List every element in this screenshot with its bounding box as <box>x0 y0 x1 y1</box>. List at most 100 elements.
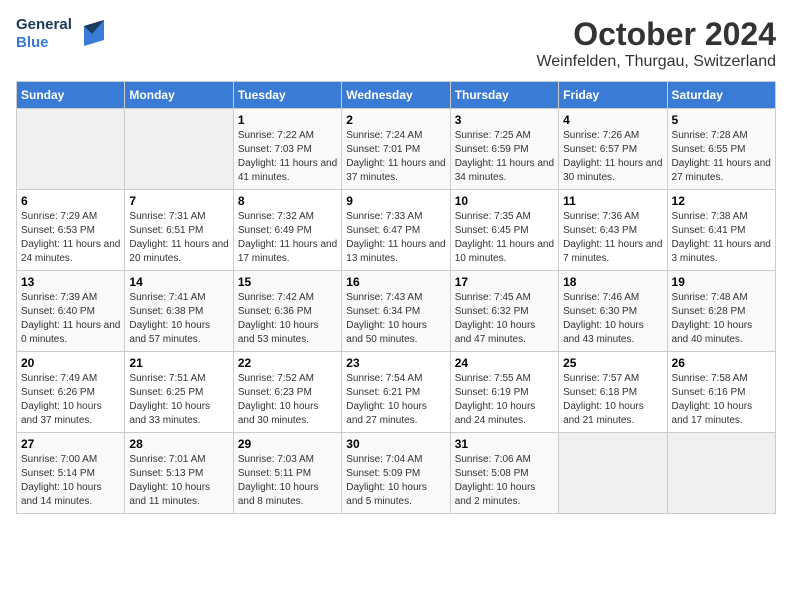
day-detail: Sunrise: 7:00 AM Sunset: 5:14 PM Dayligh… <box>21 453 120 509</box>
day-number: 30 <box>346 437 445 451</box>
day-cell: 14 Sunrise: 7:41 AM Sunset: 6:38 PM Dayli… <box>125 271 233 352</box>
day-number: 21 <box>129 356 228 370</box>
calendar-body: 1 Sunrise: 7:22 AM Sunset: 7:03 PM Daylig… <box>17 109 776 514</box>
weekday-sunday: Sunday <box>17 82 125 109</box>
day-detail: Sunrise: 7:25 AM Sunset: 6:59 PM Dayligh… <box>455 129 554 185</box>
day-cell: 20 Sunrise: 7:49 AM Sunset: 6:26 PM Dayli… <box>17 352 125 433</box>
day-cell: 5Sunrise: 7:28 AM Sunset: 6:55 PM Daylig… <box>667 109 775 190</box>
day-detail: Sunrise: 7:29 AM Sunset: 6:53 PM Dayligh… <box>21 210 120 266</box>
day-cell: 31Sunrise: 7:06 AM Sunset: 5:08 PM Dayli… <box>450 433 558 514</box>
day-cell: 15 Sunrise: 7:42 AM Sunset: 6:36 PM Dayli… <box>233 271 341 352</box>
day-cell: 4 Sunrise: 7:26 AM Sunset: 6:57 PM Daylig… <box>559 109 667 190</box>
day-number: 23 <box>346 356 445 370</box>
day-detail: Sunrise: 7:33 AM Sunset: 6:47 PM Dayligh… <box>346 210 445 266</box>
day-detail: Sunrise: 7:55 AM Sunset: 6:19 PM Dayligh… <box>455 372 554 428</box>
location: Weinfelden, Thurgau, Switzerland <box>536 53 776 71</box>
weekday-friday: Friday <box>559 82 667 109</box>
day-cell: 27 Sunrise: 7:00 AM Sunset: 5:14 PM Dayli… <box>17 433 125 514</box>
day-cell: 18 Sunrise: 7:46 AM Sunset: 6:30 PM Dayli… <box>559 271 667 352</box>
weekday-tuesday: Tuesday <box>233 82 341 109</box>
day-cell: 16Sunrise: 7:43 AM Sunset: 6:34 PM Dayli… <box>342 271 450 352</box>
day-cell <box>125 109 233 190</box>
day-number: 24 <box>455 356 554 370</box>
day-cell: 25Sunrise: 7:57 AM Sunset: 6:18 PM Dayli… <box>559 352 667 433</box>
day-number: 18 <box>563 275 662 289</box>
day-number: 28 <box>129 437 228 451</box>
day-cell: 24 Sunrise: 7:55 AM Sunset: 6:19 PM Dayli… <box>450 352 558 433</box>
day-number: 17 <box>455 275 554 289</box>
day-cell: 29 Sunrise: 7:03 AM Sunset: 5:11 PM Dayli… <box>233 433 341 514</box>
day-number: 29 <box>238 437 337 451</box>
day-detail: Sunrise: 7:51 AM Sunset: 6:25 PM Dayligh… <box>129 372 228 428</box>
day-cell: 13Sunrise: 7:39 AM Sunset: 6:40 PM Dayli… <box>17 271 125 352</box>
week-row-1: 1 Sunrise: 7:22 AM Sunset: 7:03 PM Daylig… <box>17 109 776 190</box>
day-number: 27 <box>21 437 120 451</box>
weekday-thursday: Thursday <box>450 82 558 109</box>
logo-blue: Blue <box>16 34 72 52</box>
day-cell: 11 Sunrise: 7:36 AM Sunset: 6:43 PM Dayli… <box>559 190 667 271</box>
week-row-2: 6 Sunrise: 7:29 AM Sunset: 6:53 PM Daylig… <box>17 190 776 271</box>
day-cell <box>667 433 775 514</box>
day-detail: Sunrise: 7:38 AM Sunset: 6:41 PM Dayligh… <box>672 210 771 266</box>
day-detail: Sunrise: 7:06 AM Sunset: 5:08 PM Dayligh… <box>455 453 554 509</box>
day-detail: Sunrise: 7:04 AM Sunset: 5:09 PM Dayligh… <box>346 453 445 509</box>
day-cell: 23Sunrise: 7:54 AM Sunset: 6:21 PM Dayli… <box>342 352 450 433</box>
weekday-monday: Monday <box>125 82 233 109</box>
day-number: 22 <box>238 356 337 370</box>
day-number: 3 <box>455 113 554 127</box>
day-number: 14 <box>129 275 228 289</box>
weekday-wednesday: Wednesday <box>342 82 450 109</box>
calendar-table: SundayMondayTuesdayWednesdayThursdayFrid… <box>16 81 776 514</box>
week-row-4: 20 Sunrise: 7:49 AM Sunset: 6:26 PM Dayli… <box>17 352 776 433</box>
day-cell: 26 Sunrise: 7:58 AM Sunset: 6:16 PM Dayli… <box>667 352 775 433</box>
day-cell: 22 Sunrise: 7:52 AM Sunset: 6:23 PM Dayli… <box>233 352 341 433</box>
day-number: 15 <box>238 275 337 289</box>
weekday-header-row: SundayMondayTuesdayWednesdayThursdayFrid… <box>17 82 776 109</box>
day-detail: Sunrise: 7:01 AM Sunset: 5:13 PM Dayligh… <box>129 453 228 509</box>
day-cell: 12Sunrise: 7:38 AM Sunset: 6:41 PM Dayli… <box>667 190 775 271</box>
day-number: 25 <box>563 356 662 370</box>
day-number: 2 <box>346 113 445 127</box>
day-detail: Sunrise: 7:41 AM Sunset: 6:38 PM Dayligh… <box>129 291 228 347</box>
day-detail: Sunrise: 7:58 AM Sunset: 6:16 PM Dayligh… <box>672 372 771 428</box>
day-cell: 7 Sunrise: 7:31 AM Sunset: 6:51 PM Daylig… <box>125 190 233 271</box>
day-number: 26 <box>672 356 771 370</box>
day-detail: Sunrise: 7:49 AM Sunset: 6:26 PM Dayligh… <box>21 372 120 428</box>
day-cell: 10Sunrise: 7:35 AM Sunset: 6:45 PM Dayli… <box>450 190 558 271</box>
day-detail: Sunrise: 7:32 AM Sunset: 6:49 PM Dayligh… <box>238 210 337 266</box>
title-area: October 2024 Weinfelden, Thurgau, Switze… <box>536 16 776 71</box>
day-number: 1 <box>238 113 337 127</box>
day-detail: Sunrise: 7:39 AM Sunset: 6:40 PM Dayligh… <box>21 291 120 347</box>
day-cell: 21 Sunrise: 7:51 AM Sunset: 6:25 PM Dayli… <box>125 352 233 433</box>
day-detail: Sunrise: 7:42 AM Sunset: 6:36 PM Dayligh… <box>238 291 337 347</box>
day-detail: Sunrise: 7:45 AM Sunset: 6:32 PM Dayligh… <box>455 291 554 347</box>
day-cell: 17 Sunrise: 7:45 AM Sunset: 6:32 PM Dayli… <box>450 271 558 352</box>
day-number: 16 <box>346 275 445 289</box>
day-number: 4 <box>563 113 662 127</box>
month-title: October 2024 <box>536 16 776 53</box>
day-detail: Sunrise: 7:31 AM Sunset: 6:51 PM Dayligh… <box>129 210 228 266</box>
day-number: 11 <box>563 194 662 208</box>
day-detail: Sunrise: 7:46 AM Sunset: 6:30 PM Dayligh… <box>563 291 662 347</box>
day-detail: Sunrise: 7:52 AM Sunset: 6:23 PM Dayligh… <box>238 372 337 428</box>
day-cell: 9 Sunrise: 7:33 AM Sunset: 6:47 PM Daylig… <box>342 190 450 271</box>
day-number: 5 <box>672 113 771 127</box>
day-detail: Sunrise: 7:03 AM Sunset: 5:11 PM Dayligh… <box>238 453 337 509</box>
day-cell: 3 Sunrise: 7:25 AM Sunset: 6:59 PM Daylig… <box>450 109 558 190</box>
day-number: 19 <box>672 275 771 289</box>
day-number: 20 <box>21 356 120 370</box>
day-cell: 6 Sunrise: 7:29 AM Sunset: 6:53 PM Daylig… <box>17 190 125 271</box>
day-detail: Sunrise: 7:24 AM Sunset: 7:01 PM Dayligh… <box>346 129 445 185</box>
day-number: 7 <box>129 194 228 208</box>
day-cell: 19Sunrise: 7:48 AM Sunset: 6:28 PM Dayli… <box>667 271 775 352</box>
logo-general: General <box>16 16 72 34</box>
logo-text: General Blue <box>16 16 72 52</box>
day-detail: Sunrise: 7:26 AM Sunset: 6:57 PM Dayligh… <box>563 129 662 185</box>
day-number: 9 <box>346 194 445 208</box>
day-number: 6 <box>21 194 120 208</box>
day-detail: Sunrise: 7:22 AM Sunset: 7:03 PM Dayligh… <box>238 129 337 185</box>
logo-icon <box>76 18 108 50</box>
day-detail: Sunrise: 7:36 AM Sunset: 6:43 PM Dayligh… <box>563 210 662 266</box>
day-cell: 28 Sunrise: 7:01 AM Sunset: 5:13 PM Dayli… <box>125 433 233 514</box>
day-cell <box>17 109 125 190</box>
